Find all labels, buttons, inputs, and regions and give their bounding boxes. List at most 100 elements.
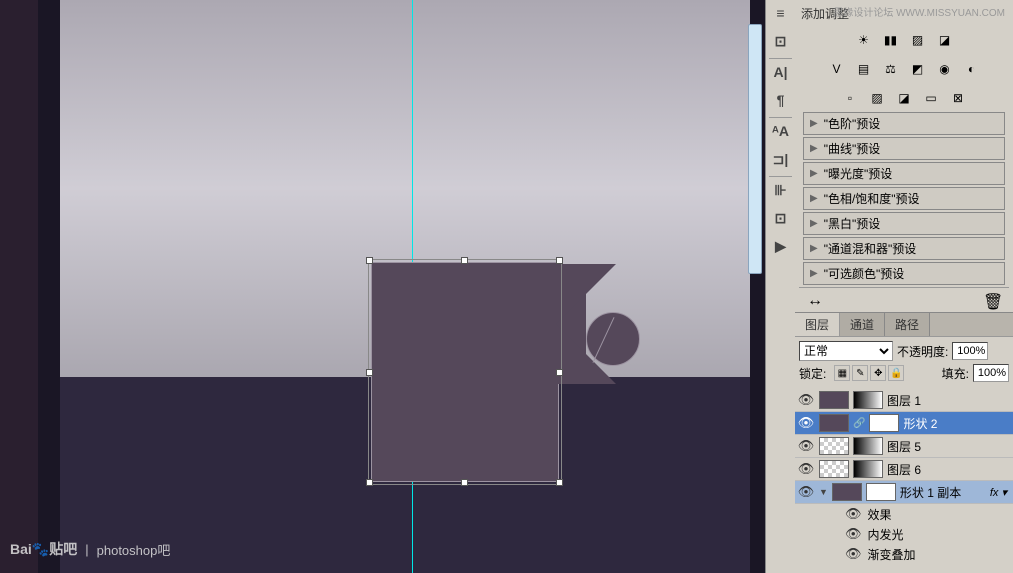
tab-channels[interactable]: 通道 — [840, 313, 885, 336]
canvas-area[interactable] — [0, 0, 765, 573]
transform-handle[interactable] — [461, 479, 468, 486]
transform-handle[interactable] — [556, 479, 563, 486]
vtool-icon[interactable]: ᴬA — [768, 120, 794, 142]
adjustment-icon[interactable]: ◩ — [905, 58, 930, 79]
trash-icon[interactable]: 🗑 — [983, 292, 1001, 306]
layer-row[interactable]: 👁🔗形状 2 — [795, 412, 1013, 435]
adjustment-icon[interactable]: ▫ — [838, 87, 863, 108]
adjustment-preset[interactable]: ▶"色阶"预设 — [803, 112, 1005, 135]
shape-object[interactable] — [371, 262, 641, 486]
lock-all-icon[interactable]: 🔒 — [888, 365, 904, 381]
adjustment-icon[interactable]: ⚖ — [878, 58, 903, 79]
layer-thumbnail[interactable] — [819, 460, 849, 478]
adjustment-icon[interactable]: ◉ — [932, 58, 957, 79]
vtool-icon[interactable]: ⊡ — [768, 30, 794, 52]
layer-thumbnail[interactable] — [819, 391, 849, 409]
transform-handle[interactable] — [461, 257, 468, 264]
adjustment-preset[interactable]: ▶"曝光度"预设 — [803, 162, 1005, 185]
mask-thumbnail[interactable] — [853, 460, 883, 478]
layer-row[interactable]: 👁 图层 6 — [795, 458, 1013, 481]
adjustment-icon[interactable]: V — [824, 58, 849, 79]
tab-layers[interactable]: 图层 — [795, 313, 840, 336]
visibility-icon[interactable]: 👁 — [845, 546, 862, 562]
opacity-label: 不透明度: — [897, 343, 948, 360]
lock-position-icon[interactable]: ✥ — [870, 365, 886, 381]
adjustment-icon[interactable]: ▤ — [851, 58, 876, 79]
layer-group-row[interactable]: 👁▼形状 1 副本fx ▾ — [795, 481, 1013, 504]
adjustment-preset[interactable]: ▶"通道混和器"预设 — [803, 237, 1005, 260]
lock-transparency-icon[interactable]: ▦ — [834, 365, 850, 381]
layer-controls: 正常 不透明度: 锁定: ▦ ✎ ✥ 🔒 填充: — [795, 337, 1013, 389]
vtool-icon[interactable]: ⊡ — [768, 207, 794, 229]
chevron-right-icon: ▶ — [810, 168, 818, 179]
vtool-icon[interactable]: ⊪ — [768, 179, 794, 201]
preset-label: "色阶"预设 — [824, 115, 881, 132]
effect-item[interactable]: 👁渐变叠加 — [795, 544, 1013, 564]
effect-item[interactable]: 👁内发光 — [795, 524, 1013, 544]
play-icon[interactable]: ▶ — [768, 235, 794, 257]
tab-paths[interactable]: 路径 — [885, 313, 930, 336]
expand-arrow-icon[interactable]: ▼ — [819, 487, 828, 497]
visibility-icon[interactable]: 👁 — [798, 461, 815, 476]
adjustment-preset[interactable]: ▶"色相/饱和度"预设 — [803, 187, 1005, 210]
adjustment-icon[interactable]: ◪ — [892, 87, 917, 108]
visibility-icon[interactable]: 👁 — [845, 526, 862, 542]
fx-indicator[interactable]: fx ▾ — [990, 486, 1007, 499]
transform-handle[interactable] — [556, 257, 563, 264]
vertical-scrollbar[interactable] — [748, 24, 762, 274]
adjustment-preset[interactable]: ▶"黑白"预设 — [803, 212, 1005, 235]
visibility-icon[interactable]: 👁 — [798, 484, 815, 499]
preset-label: "色相/饱和度"预设 — [824, 190, 920, 207]
layer-list: 👁图层 1👁🔗形状 2👁图层 5👁图层 6👁▼形状 1 副本fx ▾👁效果👁内发… — [795, 389, 1013, 564]
layer-thumbnail[interactable] — [832, 483, 862, 501]
link-icon: 🔗 — [853, 418, 865, 429]
preset-label: "可选颜色"预设 — [824, 265, 905, 282]
mask-thumbnail[interactable] — [866, 483, 896, 501]
vtool-icon[interactable]: ⊐| — [768, 148, 794, 170]
adjustment-preset[interactable]: ▶"可选颜色"预设 — [803, 262, 1005, 285]
adjustment-icon[interactable]: ⊠ — [946, 87, 971, 108]
layer-thumbnail[interactable] — [819, 414, 849, 432]
adjustment-preset[interactable]: ▶"曲线"预设 — [803, 137, 1005, 160]
paragraph-panel-icon[interactable]: ¶ — [768, 89, 794, 111]
adjustment-icon[interactable]: ☀ — [851, 29, 876, 50]
layer-row[interactable]: 👁图层 5 — [795, 435, 1013, 458]
visibility-icon[interactable]: 👁 — [798, 415, 815, 430]
lock-pixels-icon[interactable]: ✎ — [852, 365, 868, 381]
expand-icon[interactable]: ↔ — [807, 292, 825, 306]
layer-name: 图层 1 — [887, 392, 921, 409]
adjustment-icon[interactable]: ▨ — [905, 29, 930, 50]
adjustment-icon[interactable]: ▭ — [919, 87, 944, 108]
layer-row[interactable]: 👁 图层 1 — [795, 389, 1013, 412]
visibility-icon[interactable]: 👁 — [798, 438, 815, 453]
layer-name: 图层 6 — [887, 461, 921, 478]
adjustment-icon[interactable]: ◐ — [959, 58, 984, 79]
effects-header: 👁效果 — [795, 504, 1013, 524]
transform-handle[interactable] — [366, 479, 373, 486]
character-panel-icon[interactable]: A| — [768, 61, 794, 83]
adjustment-icon[interactable]: ▨ — [865, 87, 890, 108]
visibility-icon[interactable]: 👁 — [845, 506, 862, 522]
blend-mode-select[interactable]: 正常 — [799, 341, 893, 361]
mask-thumbnail[interactable] — [853, 437, 883, 455]
preset-label: "曲线"预设 — [824, 140, 881, 157]
adjustments-panel: 添加调整 ☀▮▮▨◪ V▤⚖◩◉◐ ▫▨◪▭⊠ ▶"色阶"预设▶"曲线"预设▶"… — [795, 0, 1013, 312]
preset-label: "黑白"预设 — [824, 215, 881, 232]
transform-handle[interactable] — [366, 257, 373, 264]
mask-thumbnail[interactable] — [869, 414, 899, 432]
vtool-icon[interactable]: ≡ — [768, 2, 794, 24]
app-left-strip — [0, 0, 38, 573]
visibility-icon[interactable]: 👁 — [798, 392, 815, 407]
mask-thumbnail[interactable] — [853, 391, 883, 409]
layer-thumbnail[interactable] — [819, 437, 849, 455]
adjustments-footer: ↔ 🗑 — [799, 287, 1009, 310]
fill-input[interactable] — [973, 364, 1009, 382]
adjustment-icon[interactable]: ▮▮ — [878, 29, 903, 50]
baidu-watermark: Bai🐾贴吧 | photoshop吧 — [10, 539, 170, 559]
right-panels: 思缘设计论坛 WWW.MISSYUAN.COM 添加调整 ☀▮▮▨◪ V▤⚖◩◉… — [795, 0, 1013, 573]
adjustment-icon[interactable]: ◪ — [932, 29, 957, 50]
lock-label: 锁定: — [799, 365, 826, 382]
transform-handle[interactable] — [366, 369, 373, 376]
transform-handle[interactable] — [556, 369, 563, 376]
opacity-input[interactable] — [952, 342, 988, 360]
